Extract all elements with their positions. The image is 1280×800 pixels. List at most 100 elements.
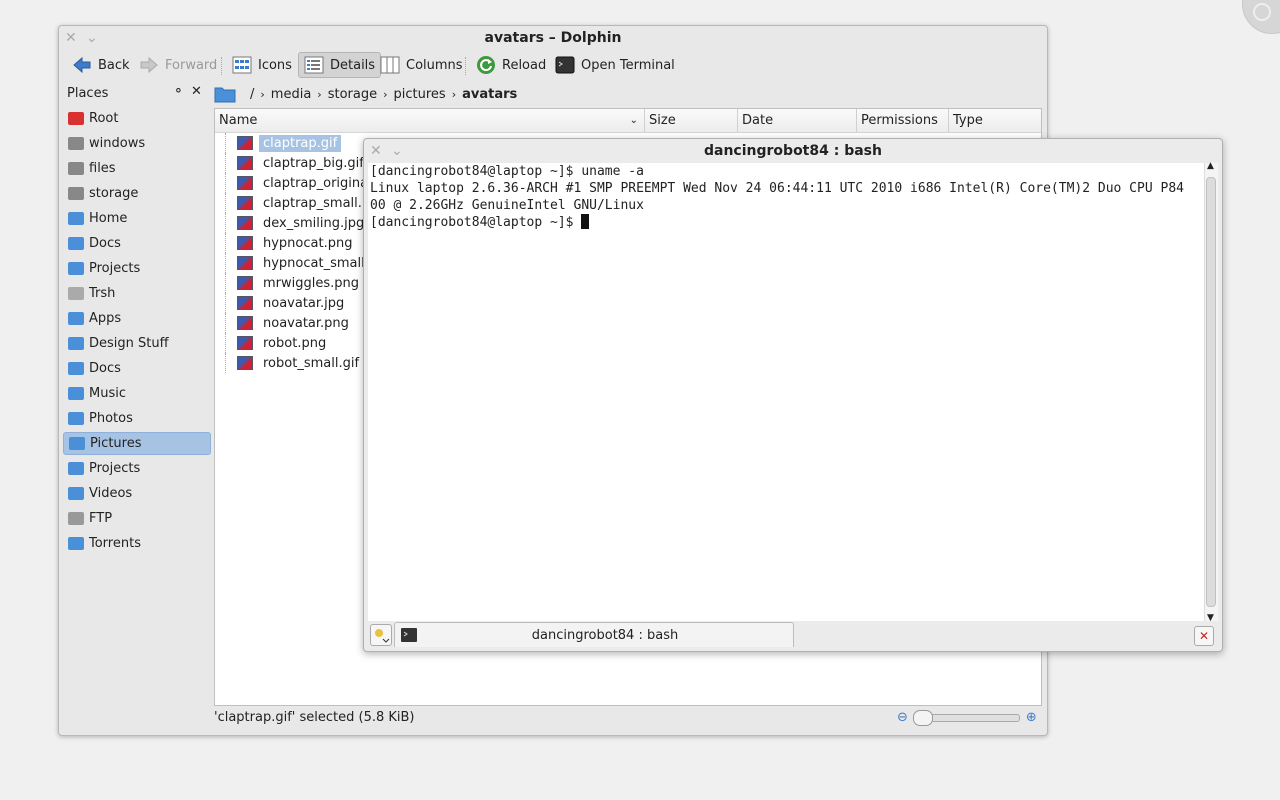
scroll-up-icon[interactable]: ▲	[1207, 161, 1214, 171]
place-label: Torrents	[89, 536, 141, 551]
main-toolbar: Back Forward Icons Details Columns Reloa…	[59, 51, 1047, 81]
place-item[interactable]: Projects	[63, 257, 211, 280]
image-file-icon	[237, 336, 253, 350]
tab-label: dancingrobot84 : bash	[531, 627, 679, 643]
place-item[interactable]: Docs	[63, 232, 211, 255]
breadcrumb-separator-icon: ›	[451, 87, 457, 101]
photos-folder-icon	[68, 412, 84, 425]
new-tab-icon[interactable]	[370, 624, 392, 646]
place-item[interactable]: Home	[63, 207, 211, 230]
close-icon[interactable]: ✕	[65, 26, 77, 50]
desktop-corner-button[interactable]	[1242, 0, 1280, 34]
place-item[interactable]: Torrents	[63, 532, 211, 555]
place-item[interactable]: storage	[63, 182, 211, 205]
place-item[interactable]: Pictures	[63, 432, 211, 455]
place-label: FTP	[89, 511, 113, 526]
place-label: storage	[89, 186, 139, 201]
undock-icon[interactable]: ⚬	[173, 84, 184, 99]
breadcrumb-separator-icon: ›	[317, 87, 322, 101]
place-label: Docs	[89, 361, 121, 376]
column-permissions-header[interactable]: Permissions	[857, 109, 949, 132]
place-item[interactable]: files	[63, 157, 211, 180]
close-icon[interactable]: ✕	[370, 139, 382, 163]
home-folder-icon	[68, 212, 84, 225]
view-icons-button[interactable]: Icons	[227, 52, 297, 78]
breadcrumb-pictures[interactable]: pictures	[390, 87, 450, 102]
terminal-icon	[555, 56, 575, 74]
file-name: claptrap_big.gif	[263, 155, 364, 171]
zoom-slider[interactable]	[912, 709, 1020, 726]
terminal-output[interactable]: [dancingrobot84@laptop ~]$ uname -a Linu…	[368, 163, 1204, 621]
place-label: Projects	[89, 261, 141, 276]
konsole-tab[interactable]: dancingrobot84 : bash	[394, 622, 794, 647]
breadcrumb: / › media › storage › pictures › avatars	[214, 83, 521, 105]
image-file-icon	[237, 356, 253, 370]
place-label: Trsh	[89, 286, 116, 301]
konsole-titlebar[interactable]: ✕ ⌄ dancingrobot84 : bash	[364, 139, 1222, 163]
breadcrumb-avatars[interactable]: avatars	[458, 87, 521, 102]
column-name-header[interactable]: Name ⌄	[215, 109, 645, 132]
place-label: Apps	[89, 311, 122, 326]
place-item[interactable]: Photos	[63, 407, 211, 430]
terminal-cursor	[581, 214, 590, 229]
scrollbar-thumb[interactable]	[1206, 177, 1216, 607]
place-item[interactable]: Trsh	[63, 282, 211, 305]
konsole-tab-bar: dancingrobot84 : bash ✕	[368, 622, 1218, 648]
music-folder-icon	[68, 387, 84, 400]
breadcrumb-root[interactable]: /	[246, 87, 258, 102]
chevron-down-icon[interactable]: ⌄	[391, 139, 403, 163]
place-item[interactable]: Music	[63, 382, 211, 405]
reload-button[interactable]: Reload	[471, 52, 551, 78]
image-file-icon	[237, 236, 253, 250]
terminal-prompt: [dancingrobot84@laptop ~]$	[370, 215, 582, 230]
folder-icon[interactable]	[214, 85, 236, 103]
place-item[interactable]: Videos	[63, 482, 211, 505]
breadcrumb-media[interactable]: media	[267, 87, 316, 102]
image-file-icon	[237, 216, 253, 230]
place-label: Docs	[89, 236, 121, 251]
open-terminal-button[interactable]: Open Terminal	[550, 52, 680, 78]
image-file-icon	[237, 276, 253, 290]
place-item[interactable]: Apps	[63, 307, 211, 330]
breadcrumb-storage[interactable]: storage	[324, 87, 381, 102]
forward-button[interactable]: Forward	[134, 52, 222, 78]
file-name: claptrap.gif	[259, 134, 342, 152]
column-date-header[interactable]: Date	[738, 109, 857, 132]
chevron-down-icon[interactable]: ⌄	[86, 26, 98, 50]
place-item[interactable]: Root	[63, 107, 211, 130]
column-size-header[interactable]: Size	[645, 109, 738, 132]
place-label: windows	[89, 136, 146, 151]
close-panel-icon[interactable]: ✕	[191, 84, 202, 99]
place-label: Projects	[89, 461, 141, 476]
place-item[interactable]: FTP	[63, 507, 211, 530]
terminal-line: Linux laptop 2.6.36-ARCH #1 SMP PREEMPT …	[370, 181, 1184, 196]
view-details-button[interactable]: Details	[298, 52, 382, 78]
breadcrumb-separator-icon: ›	[383, 87, 388, 101]
places-list: Root windows files storage Home Docs Projects T…	[63, 107, 211, 557]
terminal-line: 00 @ 2.26GHz GenuineIntel GNU/Linux	[370, 198, 644, 213]
image-file-icon	[237, 316, 253, 330]
zoom-in-icon[interactable]: ⊕	[1026, 710, 1037, 725]
dolphin-titlebar[interactable]: ✕ ⌄ avatars – Dolphin	[59, 26, 1047, 50]
place-item[interactable]: Projects	[63, 457, 211, 480]
view-columns-button[interactable]: Columns	[375, 52, 468, 78]
terminal-icon	[401, 628, 417, 642]
zoom-slider-handle[interactable]	[912, 709, 933, 726]
column-type-header[interactable]: Type	[949, 109, 1039, 132]
folder-icon	[69, 437, 85, 450]
reload-icon	[477, 56, 495, 74]
terminal-scrollbar[interactable]: ▲ ▼	[1204, 161, 1218, 623]
videos-folder-icon	[68, 487, 84, 500]
place-item[interactable]: Design Stuff	[63, 332, 211, 355]
place-item[interactable]: Docs	[63, 357, 211, 380]
zoom-out-icon[interactable]: ⊖	[897, 710, 908, 725]
terminal-line: [dancingrobot84@laptop ~]$ uname -a	[370, 164, 644, 179]
back-button[interactable]: Back	[67, 52, 135, 78]
image-file-icon	[237, 136, 253, 150]
place-label: Root	[89, 111, 119, 126]
image-file-icon	[237, 296, 253, 310]
back-arrow-icon	[73, 56, 91, 74]
place-item[interactable]: windows	[63, 132, 211, 155]
folder-icon	[68, 537, 84, 550]
close-tab-icon[interactable]: ✕	[1194, 626, 1214, 646]
